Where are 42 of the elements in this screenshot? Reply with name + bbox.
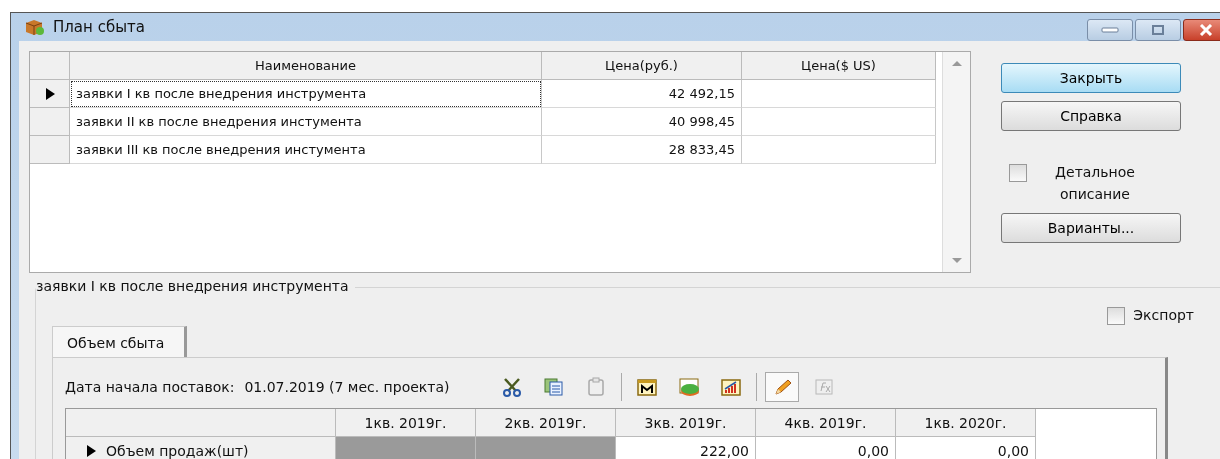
column-header[interactable]: 3кв. 2019г.: [616, 409, 756, 437]
close-button[interactable]: [1183, 19, 1220, 41]
table-cell: 42 492,15: [542, 80, 742, 108]
row-header-cell[interactable]: [30, 108, 70, 136]
dialog-button[interactable]: Закрыть: [1001, 63, 1181, 93]
column-header[interactable]: Цена(руб.): [542, 52, 742, 80]
dialog-button[interactable]: Справка: [1001, 101, 1181, 131]
column-header[interactable]: 2кв. 2019г.: [476, 409, 616, 437]
close-icon: [1198, 24, 1214, 36]
column-header[interactable]: Наименование: [70, 52, 542, 80]
box-icon: [25, 18, 45, 36]
checkbox-label[interactable]: Экспорт: [1133, 304, 1194, 326]
maximize-icon: [1151, 24, 1165, 36]
start-date-label: Дата начала поставок:: [65, 379, 235, 395]
column-header[interactable]: 4кв. 2019г.: [756, 409, 896, 437]
tab[interactable]: Объем сбыта: [52, 326, 188, 357]
row-header-cell[interactable]: [30, 80, 70, 108]
table-cell: 40 998,45: [542, 108, 742, 136]
checkbox[interactable]: [1009, 164, 1027, 182]
row-pointer-icon: [44, 87, 55, 100]
scroll-down-icon[interactable]: [951, 258, 962, 264]
window-title: План сбыта: [53, 18, 145, 36]
minimize-button[interactable]: [1087, 19, 1133, 41]
table-cell: 28 833,45: [542, 136, 742, 164]
pencil-icon[interactable]: [765, 372, 800, 402]
checkbox-label[interactable]: Детальное описание: [1035, 161, 1155, 205]
scroll-up-icon[interactable]: [951, 60, 962, 66]
column-header[interactable]: Цена($ US): [742, 52, 936, 80]
minimize-icon: [1101, 26, 1119, 34]
scrollbar[interactable]: [942, 52, 970, 272]
table-cell[interactable]: заявки III кв после внедрения инстумента: [70, 136, 542, 164]
row-header: Объем продаж(шт): [106, 442, 249, 459]
group-title: заявки I кв после внедрения инструмента: [36, 278, 355, 294]
column-header[interactable]: 1кв. 2020г.: [896, 409, 1036, 437]
table-cell[interactable]: заявки I кв после внедрения инструмента: [70, 80, 542, 108]
table-cell[interactable]: заявки II кв после внедрения инстумента: [70, 108, 542, 136]
column-header[interactable]: 1кв. 2019г.: [336, 409, 476, 437]
row-header-cell[interactable]: [30, 136, 70, 164]
variants-button[interactable]: Варианты...: [1001, 213, 1181, 243]
corner-cell: [30, 52, 70, 80]
checkbox[interactable]: [1107, 307, 1126, 325]
start-date-value: 01.07.2019 (7 мес. проекта): [244, 379, 450, 395]
